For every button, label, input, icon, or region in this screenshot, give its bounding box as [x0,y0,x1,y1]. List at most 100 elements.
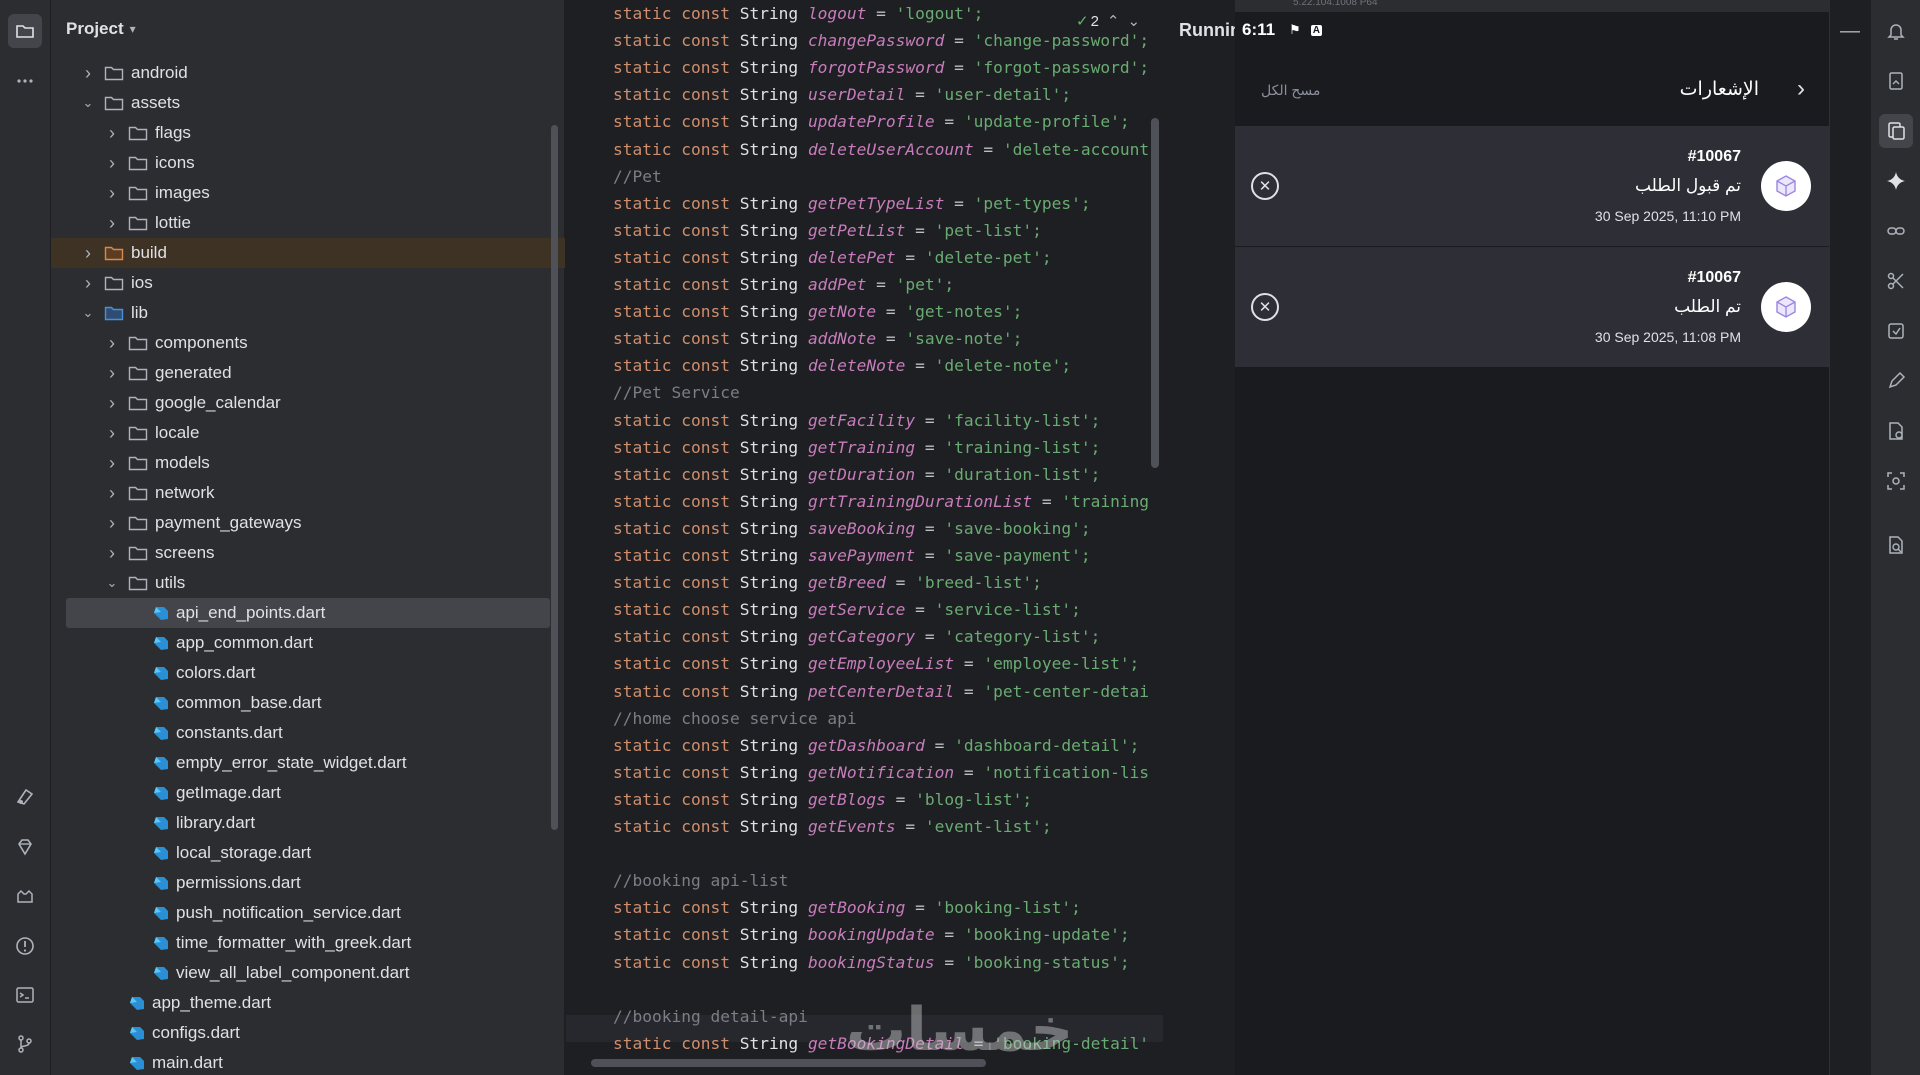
tree-file[interactable]: app_common.dart [51,628,565,658]
chevron-right-icon[interactable]: › [104,483,120,504]
running-devices-icon[interactable] [1879,114,1913,148]
tree-folder[interactable]: ⌄ lib [51,298,565,328]
notification-card[interactable]: ✕ #10067 تم قبول الطلب 30 Sep 2025, 11:10 P… [1235,126,1830,246]
back-arrow-icon[interactable]: › [1797,75,1805,103]
tree-folder[interactable]: › icons [51,148,565,178]
layout-inspector-icon[interactable] [1879,314,1913,348]
code-operator: = [895,573,906,593]
tree-file[interactable]: constants.dart [51,718,565,748]
code-identifier: getBreed [807,573,886,593]
link-icon[interactable] [1879,214,1913,248]
chevron-down-icon[interactable]: ⌄ [1128,12,1141,30]
logcat-icon[interactable] [8,880,42,914]
chevron-right-icon[interactable]: › [104,363,120,384]
tree-folder[interactable]: › lottie [51,208,565,238]
chevron-right-icon[interactable]: › [104,153,120,174]
tree-folder[interactable]: › ios [51,268,565,298]
chevron-right-icon[interactable]: › [104,123,120,144]
chevron-down-icon[interactable]: ⌄ [80,95,96,111]
tree-folder[interactable]: › payment_gateways [51,508,565,538]
problems-icon[interactable] [8,929,42,963]
notification-card[interactable]: ✕ #10067 تم الطلب 30 Sep 2025, 11:08 PM [1235,247,1830,367]
project-view-selector[interactable]: Project ▾ [51,0,564,58]
tree-folder[interactable]: › network [51,478,565,508]
project-scrollbar[interactable] [551,125,558,830]
chevron-up-icon[interactable]: ⌃ [1107,12,1120,30]
gem-icon[interactable] [8,830,42,864]
chevron-down-icon[interactable]: ⌄ [80,305,96,321]
chevron-down-icon[interactable]: ⌄ [104,575,120,591]
tree-folder[interactable]: › components [51,328,565,358]
tree-file[interactable]: view_all_label_component.dart [51,958,565,988]
chevron-right-icon[interactable]: › [104,453,120,474]
file-check-icon[interactable] [1879,414,1913,448]
tree-folder[interactable]: › images [51,178,565,208]
folder-icon [104,95,124,111]
chevron-right-icon[interactable]: › [80,63,96,84]
notifications-header: مسح الكل الإشعارات › [1235,48,1830,126]
tree-file[interactable]: permissions.dart [51,868,565,898]
code-identifier: bookingUpdate [807,925,935,945]
code-operator: = [944,112,955,132]
tree-folder[interactable]: ⌄ assets [51,88,565,118]
git-branch-icon[interactable] [8,1027,42,1061]
notifications-bell-icon[interactable] [1879,14,1913,48]
code-comment: //booking api-list [613,871,789,891]
tree-folder[interactable]: › generated [51,358,565,388]
tree-file[interactable]: main.dart [51,1048,565,1075]
tree-file[interactable]: empty_error_state_widget.dart [51,748,565,778]
screenshot-scan-icon[interactable] [1879,464,1913,498]
tree-file[interactable]: colors.dart [51,658,565,688]
chevron-right-icon[interactable]: › [104,513,120,534]
tree-folder[interactable]: › screens [51,538,565,568]
keyboard-status-icon: A [1310,24,1322,36]
tree-folder[interactable]: › android [51,58,565,88]
minimize-icon[interactable]: — [1840,21,1860,41]
device-mirror[interactable]: 5.22.104.1008 P64 6:11 ⚑ A مسح الكل الإش… [1235,0,1830,1075]
check-icon: ✓ [1076,13,1089,30]
chevron-right-icon[interactable]: › [80,273,96,294]
inspection-widget[interactable]: ✓ 2 ⌃ ⌄ [1072,12,1145,30]
dismiss-notification-icon[interactable]: ✕ [1251,172,1279,200]
chevron-right-icon[interactable]: › [104,333,120,354]
code-line: static const String addNote = 'save-note… [613,325,1022,352]
tree-file[interactable]: configs.dart [51,1018,565,1048]
code-identifier: getDuration [807,464,916,484]
chevron-right-icon[interactable]: › [104,393,120,414]
gemini-sparkle-icon[interactable] [1879,164,1913,198]
tree-file[interactable]: push_notification_service.dart [51,898,565,928]
tree-folder[interactable]: › build [51,238,565,268]
tree-file[interactable]: time_formatter_with_greek.dart [51,928,565,958]
chevron-right-icon[interactable]: › [80,243,96,264]
more-tools-icon[interactable] [8,64,42,98]
tree-file[interactable]: common_base.dart [51,688,565,718]
scissors-icon[interactable] [1879,264,1913,298]
tree-folder[interactable]: › models [51,448,565,478]
tree-file[interactable]: getImage.dart [51,778,565,808]
terminal-icon[interactable] [8,978,42,1012]
dismiss-notification-icon[interactable]: ✕ [1251,293,1279,321]
file-search-icon[interactable] [1879,528,1913,562]
chevron-right-icon[interactable]: › [104,423,120,444]
clear-all-button[interactable]: مسح الكل [1261,82,1320,99]
device-manager-icon[interactable] [1879,64,1913,98]
tree-file[interactable]: library.dart [51,808,565,838]
code-editor[interactable]: static const String logout = 'logout'; st… [566,0,1163,1075]
code-line: static const String getDashboard = 'dash… [613,732,1139,759]
tree-file[interactable]: app_theme.dart [51,988,565,1018]
code-operator: = [924,437,935,457]
project-folder-icon[interactable] [8,14,42,48]
chevron-right-icon[interactable]: › [104,183,120,204]
pencil-icon[interactable] [1879,364,1913,398]
tree-folder[interactable]: › locale [51,418,565,448]
chevron-right-icon[interactable]: › [104,543,120,564]
editor-vertical-scrollbar[interactable] [1151,118,1159,468]
chevron-right-icon[interactable]: › [104,213,120,234]
code-keyword: static const [613,518,730,538]
tree-folder[interactable]: › google_calendar [51,388,565,418]
tree-folder[interactable]: › flags [51,118,565,148]
flutter-inspector-icon[interactable] [8,780,42,814]
tree-folder[interactable]: ⌄ utils [51,568,565,598]
tree-file[interactable]: api_end_points.dart [66,598,550,628]
tree-file[interactable]: local_storage.dart [51,838,565,868]
